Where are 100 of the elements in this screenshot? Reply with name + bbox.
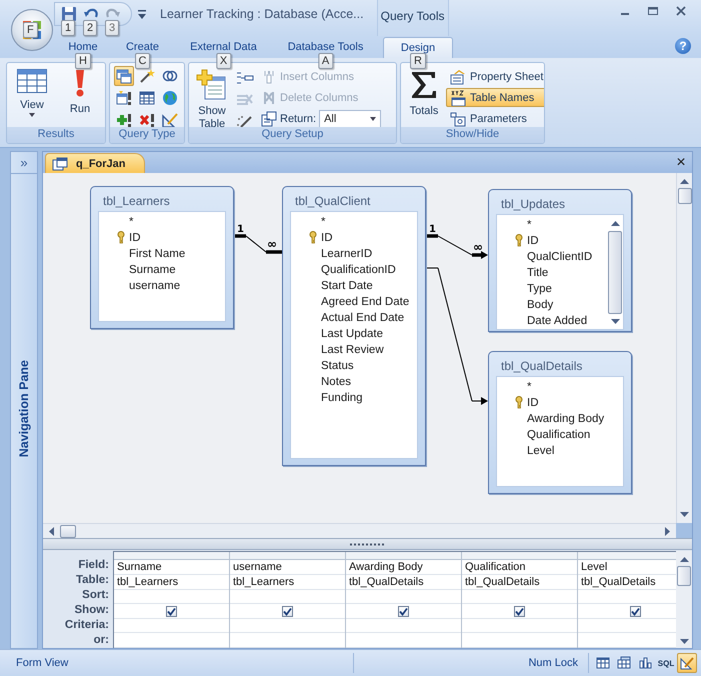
view-button[interactable]: View — [12, 65, 52, 117]
scroll-up-icon — [680, 557, 688, 562]
sigma-icon — [411, 71, 437, 99]
scroll-thumb[interactable] — [677, 566, 691, 586]
navigation-pane-label[interactable]: Navigation Pane — [17, 360, 31, 458]
query-type-button[interactable] — [114, 66, 134, 86]
grid-cell[interactable]: tbl_Learners — [230, 574, 345, 590]
field-name[interactable]: Surname — [129, 264, 176, 276]
row-label: Field: — [78, 558, 109, 573]
field-name[interactable]: First Name — [129, 248, 186, 260]
field-name[interactable]: Date Added — [527, 315, 588, 327]
field-name[interactable]: * — [129, 216, 134, 228]
office-button[interactable]: F — [11, 9, 53, 51]
document-tab[interactable]: q_ForJan — [45, 153, 145, 173]
scroll-thumb[interactable] — [678, 188, 692, 204]
field-name[interactable]: QualificationID — [321, 264, 396, 276]
pivot-table-icon — [617, 656, 631, 670]
field-list-window[interactable]: tbl_QualClient * ID LearnerID QualificationID Start Date Agreed End Date Actual End Date Last Update Last Review Status Notes Funding — [282, 186, 426, 466]
ribbon-command[interactable]: Parameters — [446, 109, 544, 128]
show-checkbox[interactable] — [166, 606, 177, 617]
table-name: tbl_QualClient — [294, 193, 372, 210]
quick-access-button[interactable] — [61, 6, 77, 22]
grid-cell[interactable]: Awarding Body — [346, 560, 461, 575]
ribbon-command[interactable]: Table Names — [446, 88, 544, 107]
join-line[interactable] — [234, 234, 282, 254]
field-name[interactable]: Level — [527, 445, 554, 457]
close-document-button[interactable]: × — [672, 153, 690, 173]
field-name[interactable]: LearnerID — [321, 248, 372, 260]
field-name[interactable]: ID — [129, 232, 140, 244]
property-sheet-icon — [450, 68, 466, 84]
field-name[interactable]: Notes — [321, 376, 352, 388]
contextual-tab-label: Query Tools — [380, 9, 444, 25]
field-name[interactable]: Last Review — [321, 344, 384, 356]
keytip: H — [75, 53, 91, 69]
field-name[interactable]: Funding — [321, 392, 363, 404]
table-name: tbl_Learners — [102, 193, 171, 210]
grid-cell[interactable]: Surname — [114, 560, 229, 575]
field-name[interactable]: Qualification — [527, 429, 590, 441]
field-name[interactable]: Body — [527, 299, 554, 311]
field-name[interactable]: Agreed End Date — [321, 296, 410, 308]
window-title: Learner Tracking : Database (Acce... — [160, 7, 364, 21]
scroll-right-icon — [665, 526, 670, 536]
builder-wand-icon[interactable] — [236, 115, 254, 129]
field-name[interactable]: ID — [527, 235, 538, 247]
grid-cell[interactable]: tbl_Learners — [114, 574, 229, 590]
field-name[interactable]: ID — [321, 232, 332, 244]
customize-toolbar-icon[interactable] — [138, 10, 146, 18]
scroll-thumb[interactable] — [60, 524, 76, 538]
grid-cell[interactable]: tbl_QualDetails — [462, 574, 577, 590]
one-side-label: 1 — [429, 224, 436, 235]
field-name[interactable]: ID — [527, 397, 538, 409]
field-list-window[interactable]: tbl_Learners * ID First Name Surname username — [90, 186, 234, 329]
minimize-icon — [621, 13, 629, 15]
field-name[interactable]: Status — [321, 360, 354, 372]
scroll-left-icon — [49, 526, 54, 536]
splitter-grip[interactable] — [350, 542, 386, 546]
horizontal-scrollbar[interactable] — [43, 523, 676, 538]
view-button[interactable]: SQL — [656, 653, 676, 673]
scroll-thumb[interactable] — [608, 231, 622, 314]
vertical-scrollbar[interactable] — [676, 551, 692, 648]
rings-icon — [162, 68, 178, 84]
many-side-label: ∞ — [473, 240, 483, 254]
keytip: 2 — [83, 20, 98, 36]
ribbon-command[interactable]: Property Sheet — [446, 67, 544, 86]
keytip: C — [134, 53, 150, 69]
show-checkbox[interactable] — [398, 606, 409, 617]
row-label: Criteria: — [64, 618, 109, 633]
show-checkbox[interactable] — [282, 606, 293, 617]
query-icon — [52, 156, 68, 170]
group-label: Query Type — [110, 127, 184, 143]
field-name[interactable]: Title — [527, 267, 548, 279]
field-name[interactable]: Awarding Body — [527, 413, 604, 425]
field-name[interactable]: Start Date — [321, 280, 373, 292]
field-name[interactable]: * — [527, 219, 532, 231]
field-name[interactable]: Last Update — [321, 328, 384, 340]
field-list-window[interactable]: tbl_QualDetails * ID Awarding Body Qualification Level — [488, 351, 632, 494]
status-text: Num Lock — [528, 657, 578, 669]
exclamation-icon — [74, 69, 86, 97]
field-name[interactable]: Type — [527, 283, 552, 295]
field-name[interactable]: * — [527, 381, 532, 393]
insert-column-icon — [262, 70, 276, 84]
show-checkbox[interactable] — [630, 606, 641, 617]
field-name[interactable]: QualClientID — [527, 251, 592, 263]
join-line[interactable] — [426, 234, 488, 259]
grid-cell[interactable]: tbl_QualDetails — [346, 574, 461, 590]
keytip: F — [23, 22, 38, 38]
insert-rows-icon[interactable] — [236, 71, 254, 85]
expand-pane-button[interactable]: » — [11, 152, 37, 174]
show-checkbox[interactable] — [514, 606, 525, 617]
field-name[interactable]: * — [321, 216, 326, 228]
field-name[interactable]: Actual End Date — [321, 312, 404, 324]
return-dropdown[interactable]: All — [319, 110, 382, 128]
query-type-button[interactable] — [114, 88, 134, 108]
view-button[interactable] — [677, 653, 697, 673]
field-list-window[interactable]: tbl_Updates * ID QualClientID Title Type Body Date Added — [488, 189, 632, 332]
grid-cell[interactable]: Qualification — [462, 560, 577, 575]
field-name[interactable]: username — [129, 280, 180, 292]
vertical-scrollbar[interactable] — [676, 173, 692, 523]
grid-cell[interactable]: username — [230, 560, 345, 575]
row-label: Show: — [74, 603, 109, 618]
